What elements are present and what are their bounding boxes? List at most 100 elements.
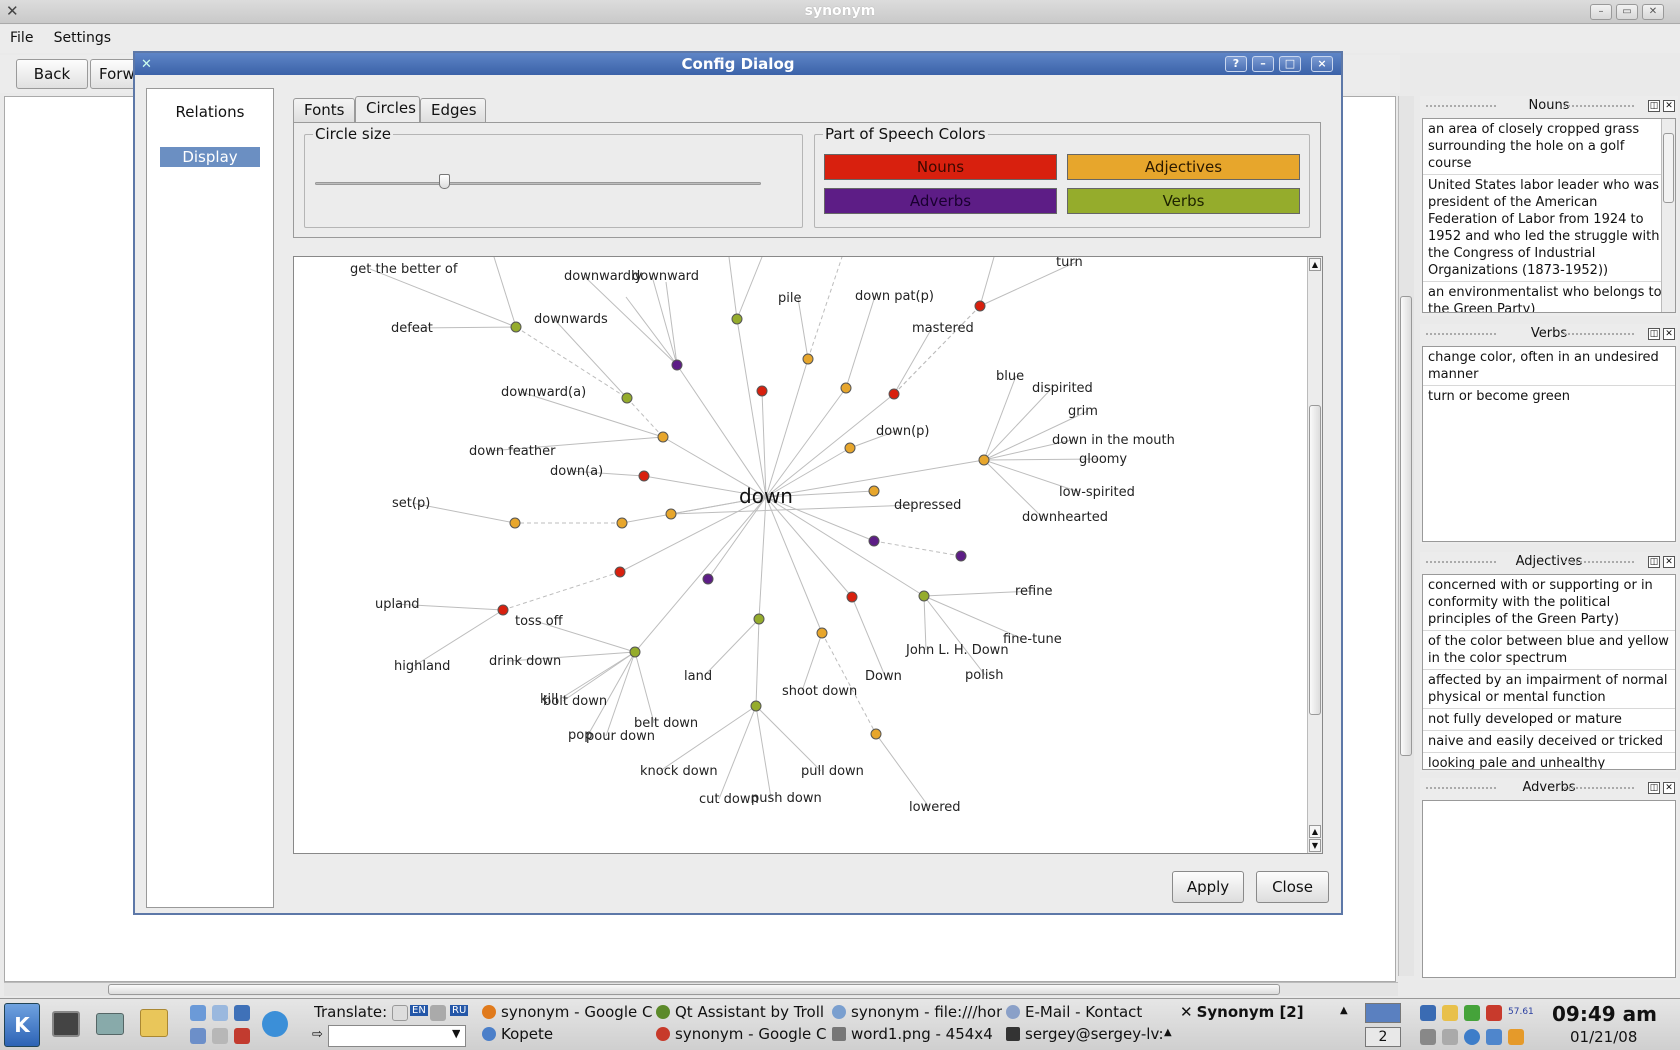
- graph-word-label[interactable]: mastered: [912, 321, 974, 336]
- nouns-list[interactable]: an area of closely cropped grass surroun…: [1422, 118, 1676, 313]
- task-kopete[interactable]: Kopete: [482, 1025, 652, 1043]
- graph-word-label[interactable]: down feather: [469, 444, 556, 459]
- graph-node[interactable]: [756, 385, 768, 397]
- display-icon[interactable]: [1486, 1029, 1502, 1045]
- float-icon[interactable]: ◫: [1648, 328, 1660, 340]
- search-icon[interactable]: [190, 1005, 206, 1021]
- graph-node[interactable]: [614, 566, 626, 578]
- circle-size-slider-handle[interactable]: [439, 174, 451, 189]
- tab-edges[interactable]: Edges: [420, 98, 486, 122]
- close-icon[interactable]: ✕: [1663, 556, 1675, 568]
- graph-node[interactable]: [702, 573, 714, 585]
- graph-node[interactable]: [731, 313, 743, 325]
- menu-settings[interactable]: Settings: [44, 25, 117, 46]
- graph-node[interactable]: [846, 591, 858, 603]
- browser-icon[interactable]: [234, 1005, 250, 1021]
- graph-node[interactable]: [629, 646, 641, 658]
- graph-word-label[interactable]: pour down: [586, 729, 655, 744]
- graph-word-label[interactable]: blue: [996, 369, 1024, 384]
- app-icon[interactable]: [212, 1028, 228, 1044]
- tab-fonts[interactable]: Fonts: [293, 98, 355, 122]
- graph-word-label[interactable]: knock down: [640, 764, 718, 779]
- graph-node[interactable]: [616, 517, 628, 529]
- task-terminal[interactable]: sergey@sergey-lv:: [1006, 1025, 1176, 1043]
- list-item[interactable]: an environmentalist who belongs to the G…: [1423, 282, 1675, 312]
- folder-icon[interactable]: [1508, 1029, 1524, 1045]
- network-icon[interactable]: [1420, 1029, 1436, 1045]
- adjectives-list[interactable]: concerned with or supporting or in confo…: [1422, 574, 1676, 770]
- close-icon[interactable]: ✕: [1663, 100, 1675, 112]
- gear-icon[interactable]: [262, 1011, 288, 1037]
- graph-word-label[interactable]: depressed: [894, 498, 961, 513]
- graph-word-label[interactable]: drink down: [489, 654, 561, 669]
- list-item[interactable]: concerned with or supporting or in confo…: [1423, 575, 1675, 631]
- graph-node[interactable]: [918, 590, 930, 602]
- circle-size-slider[interactable]: [315, 182, 761, 185]
- task-qt-assistant[interactable]: Qt Assistant by Troll: [656, 1003, 826, 1021]
- list-item[interactable]: looking pale and unhealthy: [1423, 753, 1675, 769]
- graph-word-label[interactable]: Down: [865, 669, 902, 684]
- maximize-icon[interactable]: □: [1279, 56, 1301, 72]
- graph-word-label[interactable]: cut down: [699, 792, 759, 807]
- close-icon[interactable]: ✕: [1663, 782, 1675, 794]
- terminal-icon[interactable]: [52, 1011, 80, 1037]
- task-synonym-google-2[interactable]: synonym - Google C: [656, 1025, 826, 1043]
- list-item[interactable]: not fully developed or mature: [1423, 709, 1675, 731]
- maximize-icon[interactable]: ▭: [1616, 4, 1638, 20]
- graph-node[interactable]: [750, 700, 762, 712]
- graph-word-label[interactable]: downward: [632, 269, 699, 284]
- graph-word-label[interactable]: downwardly: [564, 269, 643, 284]
- globe-icon[interactable]: [1464, 1029, 1480, 1045]
- clipboard-icon[interactable]: [392, 1005, 408, 1021]
- graph-node[interactable]: [955, 550, 967, 562]
- graph-word-label[interactable]: down in the mouth: [1052, 433, 1175, 448]
- volume-icon[interactable]: [1420, 1005, 1436, 1021]
- keyboard-icon[interactable]: [1464, 1005, 1480, 1021]
- apply-button[interactable]: Apply: [1172, 871, 1244, 903]
- graph-node[interactable]: [840, 382, 852, 394]
- graph-node[interactable]: [497, 604, 509, 616]
- float-icon[interactable]: ◫: [1648, 782, 1660, 794]
- lang-en[interactable]: EN: [410, 1005, 428, 1016]
- task-synonym-file[interactable]: synonym - file:///hon: [832, 1003, 1002, 1021]
- graph-node[interactable]: [868, 485, 880, 497]
- list-item[interactable]: of the color between blue and yellow in …: [1423, 631, 1675, 670]
- scroll-up-icon[interactable]: ▲: [1309, 258, 1321, 271]
- menu-file[interactable]: File: [0, 25, 39, 46]
- graph-node[interactable]: [870, 728, 882, 740]
- help-icon[interactable]: ?: [1225, 56, 1247, 72]
- adverbs-list[interactable]: [1422, 800, 1676, 978]
- chevron-down-icon[interactable]: ▼: [452, 1027, 460, 1040]
- graph-word-label[interactable]: refine: [1015, 584, 1052, 599]
- main-vscroll-thumb[interactable]: [1400, 296, 1412, 756]
- back-button[interactable]: Back: [16, 59, 88, 89]
- task-email[interactable]: E-Mail - Kontact: [1006, 1003, 1176, 1021]
- scroll-down-icon[interactable]: ▼: [1309, 839, 1321, 852]
- main-horizontal-scrollbar[interactable]: [4, 982, 1398, 996]
- settings-icon[interactable]: [1442, 1029, 1458, 1045]
- close-icon[interactable]: ✕: [1642, 4, 1664, 20]
- graph-word-label[interactable]: land: [684, 669, 712, 684]
- scroll-up-icon[interactable]: ▲: [1309, 825, 1321, 838]
- nouns-color-button[interactable]: Nouns: [824, 154, 1057, 180]
- close-button[interactable]: Close: [1256, 871, 1329, 903]
- adverbs-color-button[interactable]: Adverbs: [824, 188, 1057, 214]
- graph-node[interactable]: [802, 353, 814, 365]
- computer-icon[interactable]: [96, 1013, 124, 1035]
- graph-scroll-thumb[interactable]: [1309, 405, 1321, 715]
- verbs-color-button[interactable]: Verbs: [1067, 188, 1300, 214]
- close-icon[interactable]: ×: [1311, 56, 1333, 72]
- task-word1[interactable]: word1.png - 454x4: [832, 1025, 1002, 1043]
- chevron-up-icon[interactable]: ▲: [1164, 1027, 1172, 1038]
- graph-word-label[interactable]: pull down: [801, 764, 864, 779]
- graph-preview[interactable]: down get the better of downwardly downward t…: [293, 256, 1323, 854]
- graph-word-label[interactable]: fine-tune: [1003, 632, 1062, 647]
- graph-node[interactable]: [671, 359, 683, 371]
- graph-node[interactable]: [978, 454, 990, 466]
- graph-node[interactable]: [657, 431, 669, 443]
- list-item[interactable]: affected by an impairment of normal phys…: [1423, 670, 1675, 709]
- nouns-scrollbar[interactable]: [1661, 119, 1675, 312]
- graph-node[interactable]: [753, 613, 765, 625]
- graph-word-label[interactable]: bolt down: [543, 694, 607, 709]
- graph-node[interactable]: [974, 300, 986, 312]
